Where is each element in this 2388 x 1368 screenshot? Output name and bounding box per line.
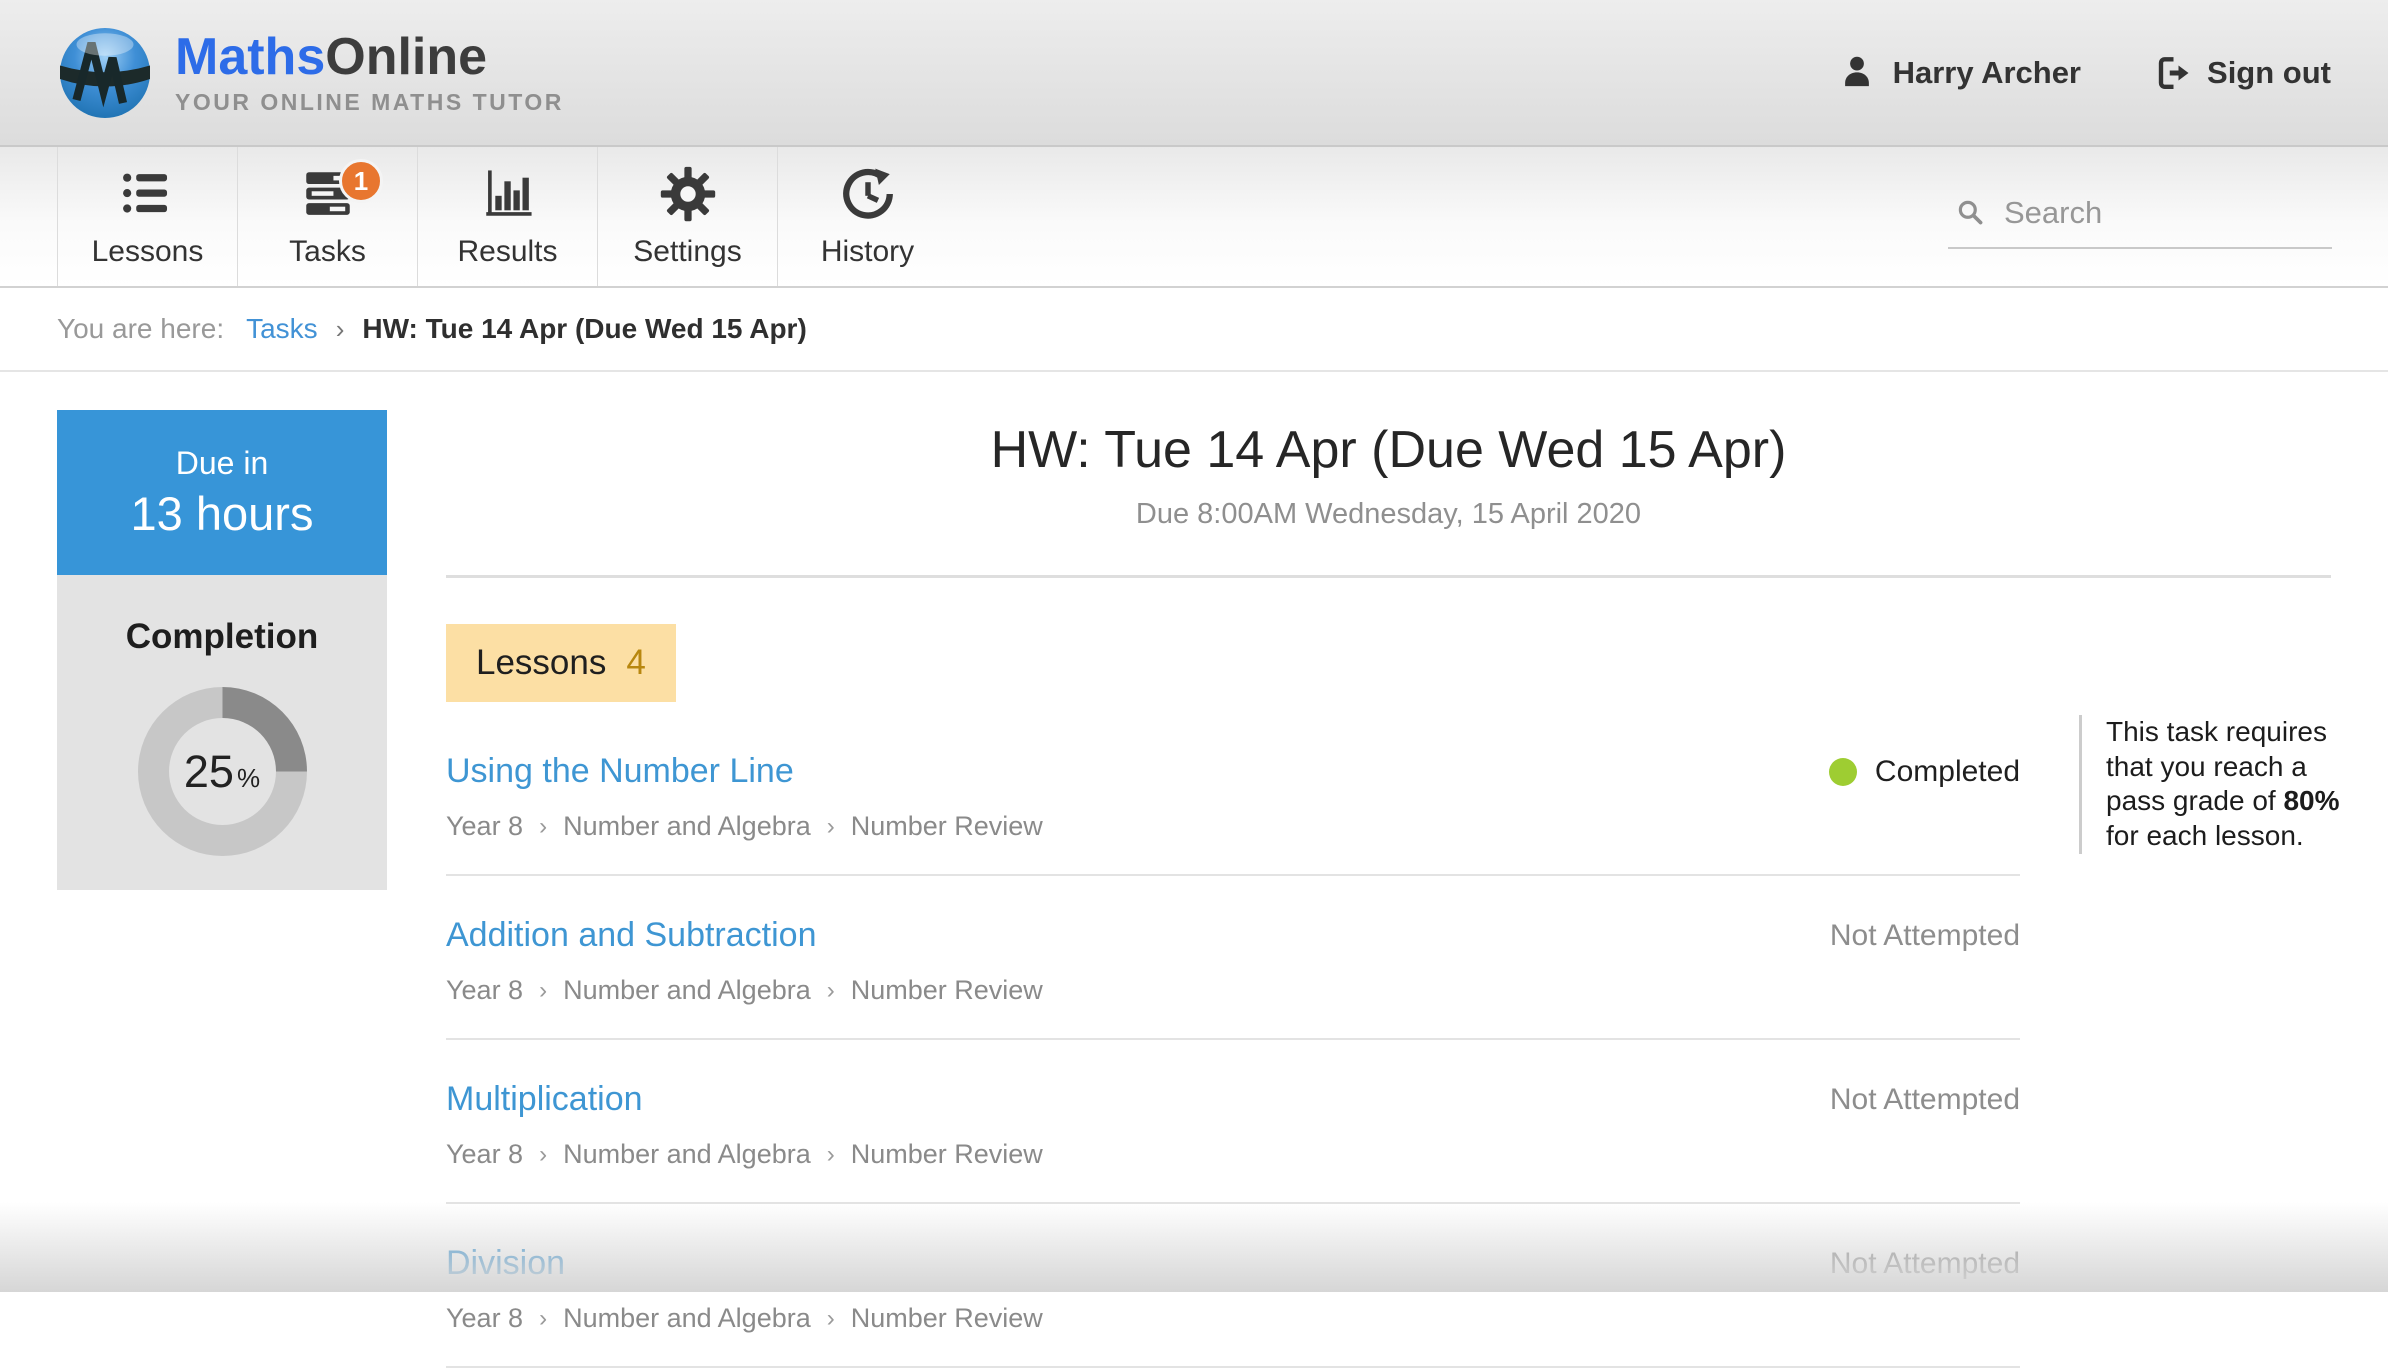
lesson-path: Year 8 › Number and Algebra › Number Rev… <box>446 811 2020 842</box>
pass-grade-note: This task requires that you reach a pass… <box>2079 715 2341 854</box>
lesson-link[interactable]: Addition and Subtraction <box>446 916 816 955</box>
status-label: Completed <box>1875 755 2020 789</box>
lesson-row-multiplication: Multiplication Not Attempted Year 8 › Nu… <box>446 1040 2020 1204</box>
path-separator: › <box>811 1305 851 1333</box>
lesson-path: Year 8 › Number and Algebra › Number Rev… <box>446 975 2020 1006</box>
path-segment: Year 8 <box>446 1139 523 1170</box>
app-logo[interactable]: MathsOnline YOUR ONLINE MATHS TUTOR <box>57 25 564 121</box>
title-divider <box>446 575 2331 578</box>
note-text-after: for each lesson. <box>2106 820 2304 851</box>
page-title: HW: Tue 14 Apr (Due Wed 15 Apr) <box>446 420 2331 480</box>
logo-text: MathsOnline YOUR ONLINE MATHS TUTOR <box>175 31 564 114</box>
user-icon <box>1837 53 1877 93</box>
sign-out-icon <box>2151 53 2191 93</box>
lesson-link[interactable]: Using the Number Line <box>446 752 794 791</box>
status-badge: Not Attempted <box>1830 919 2020 953</box>
nav-label-history: History <box>821 235 914 269</box>
lessons-badge-count: 4 <box>626 643 645 683</box>
search-box <box>1948 191 2332 249</box>
status-label: Not Attempted <box>1830 919 2020 953</box>
status-badge: Completed <box>1829 755 2020 789</box>
path-segment: Number and Algebra <box>563 975 811 1006</box>
lessons-count-badge: Lessons 4 <box>446 624 676 702</box>
completion-title: Completion <box>126 617 318 657</box>
task-sidebar: Due in 13 hours Completion 25 % <box>57 410 387 1368</box>
user-name: Harry Archer <box>1893 55 2081 91</box>
lessons-list-icon <box>119 165 177 223</box>
completion-percent-suffix: % <box>237 763 260 794</box>
due-value: 13 hours <box>131 486 314 541</box>
lesson-row-division: Division Not Attempted Year 8 › Number a… <box>446 1204 2020 1368</box>
lesson-link[interactable]: Multiplication <box>446 1080 643 1119</box>
lessons-badge-label: Lessons <box>476 643 606 683</box>
path-separator: › <box>523 813 563 841</box>
due-panel: Due in 13 hours <box>57 410 387 575</box>
completion-panel: Completion 25 % <box>57 575 387 890</box>
sign-out-button[interactable]: Sign out <box>2151 53 2331 93</box>
path-segment: Number Review <box>851 1303 1043 1334</box>
lesson-path: Year 8 › Number and Algebra › Number Rev… <box>446 1139 2020 1170</box>
search-input[interactable] <box>2004 195 2326 231</box>
nav-item-tasks[interactable]: 1 Tasks <box>237 147 417 286</box>
path-segment: Year 8 <box>446 811 523 842</box>
brand-tagline: YOUR ONLINE MATHS TUTOR <box>175 91 564 114</box>
search-icon <box>1954 196 1988 230</box>
status-badge: Not Attempted <box>1830 1083 2020 1117</box>
nav-label-lessons: Lessons <box>92 235 204 269</box>
due-date-subtitle: Due 8:00AM Wednesday, 15 April 2020 <box>446 498 2331 531</box>
gear-icon <box>659 165 717 223</box>
user-menu[interactable]: Harry Archer <box>1837 53 2081 93</box>
brand-secondary: Online <box>325 28 487 86</box>
main-nav: Lessons 1 Tasks Results <box>0 145 2388 288</box>
path-separator: › <box>811 813 851 841</box>
nav-item-lessons[interactable]: Lessons <box>57 147 237 286</box>
status-badge: Not Attempted <box>1830 1247 2020 1281</box>
nav-label-results: Results <box>457 235 557 269</box>
path-segment: Year 8 <box>446 975 523 1006</box>
path-separator: › <box>523 1305 563 1333</box>
site-header: MathsOnline YOUR ONLINE MATHS TUTOR Harr… <box>0 0 2388 145</box>
completion-percent: 25 <box>184 746 234 798</box>
sign-out-label: Sign out <box>2207 55 2331 91</box>
lesson-link[interactable]: Division <box>446 1244 565 1283</box>
status-label: Not Attempted <box>1830 1247 2020 1281</box>
nav-item-results[interactable]: Results <box>417 147 597 286</box>
path-separator: › <box>811 1141 851 1169</box>
breadcrumb-current: HW: Tue 14 Apr (Due Wed 15 Apr) <box>362 313 806 345</box>
lesson-row-addition-and-subtraction: Addition and Subtraction Not Attempted Y… <box>446 876 2020 1040</box>
path-segment: Year 8 <box>446 1303 523 1334</box>
tasks-badge: 1 <box>339 159 383 203</box>
path-segment: Number Review <box>851 975 1043 1006</box>
path-separator: › <box>523 977 563 1005</box>
breadcrumb-prefix: You are here: <box>57 313 224 345</box>
breadcrumb: You are here: Tasks › HW: Tue 14 Apr (Du… <box>0 288 2388 372</box>
breadcrumb-link-tasks[interactable]: Tasks <box>246 313 318 345</box>
nav-item-history[interactable]: History <box>777 147 957 286</box>
path-separator: › <box>811 977 851 1005</box>
path-segment: Number and Algebra <box>563 1139 811 1170</box>
nav-label-settings: Settings <box>633 235 741 269</box>
due-label: Due in <box>176 445 269 482</box>
path-segment: Number and Algebra <box>563 1303 811 1334</box>
logo-sphere-icon <box>57 25 153 121</box>
completion-donut-wrap: 25 % <box>138 687 307 856</box>
lesson-list: Using the Number Line Completed Year 8 ›… <box>446 708 2020 1368</box>
path-segment: Number Review <box>851 1139 1043 1170</box>
nav-item-settings[interactable]: Settings <box>597 147 777 286</box>
lesson-row-using-the-number-line: Using the Number Line Completed Year 8 ›… <box>446 708 2020 876</box>
path-separator: › <box>523 1141 563 1169</box>
content-area: Due in 13 hours Completion 25 % HW: Tue … <box>0 372 2388 1368</box>
note-pass-grade: 80% <box>2283 785 2339 816</box>
history-clock-icon <box>839 165 897 223</box>
path-segment: Number and Algebra <box>563 811 811 842</box>
nav-label-tasks: Tasks <box>289 235 366 269</box>
breadcrumb-separator: › <box>332 314 349 345</box>
completed-dot-icon <box>1829 758 1857 786</box>
task-main: HW: Tue 14 Apr (Due Wed 15 Apr) Due 8:00… <box>446 410 2331 1368</box>
lesson-path: Year 8 › Number and Algebra › Number Rev… <box>446 1303 2020 1334</box>
status-label: Not Attempted <box>1830 1083 2020 1117</box>
path-segment: Number Review <box>851 811 1043 842</box>
brand-primary: Maths <box>175 28 325 86</box>
results-chart-icon <box>479 165 537 223</box>
